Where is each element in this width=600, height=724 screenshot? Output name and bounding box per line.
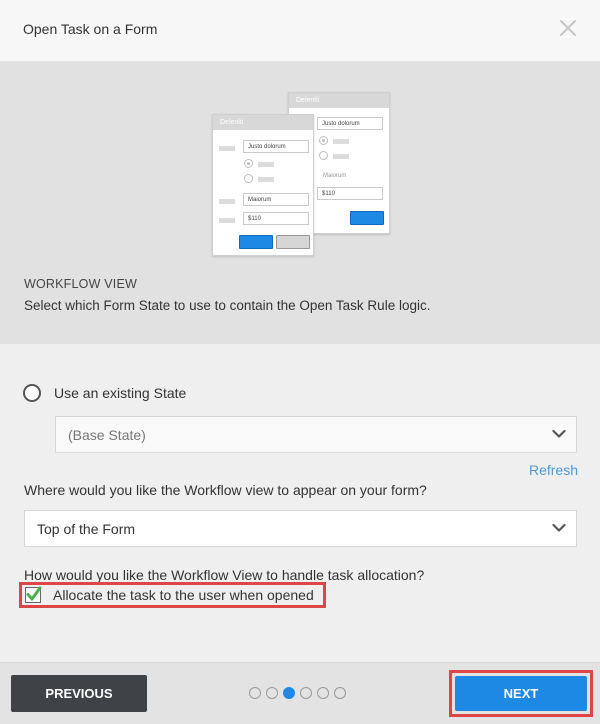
dialog-title: Open Task on a Form bbox=[23, 21, 158, 37]
position-question: Where would you like the Workflow view t… bbox=[24, 482, 427, 498]
section-heading: WORKFLOW VIEW bbox=[24, 277, 138, 291]
next-button-highlight: NEXT bbox=[449, 670, 593, 717]
illustration-radio bbox=[319, 136, 328, 145]
refresh-link[interactable]: Refresh bbox=[529, 462, 578, 478]
allocate-task-label: Allocate the task to the user when opene… bbox=[53, 587, 314, 603]
checkmark-icon bbox=[26, 586, 42, 601]
illustration-input: Maiorum bbox=[243, 193, 309, 206]
allocation-question: How would you like the Workflow View to … bbox=[24, 567, 425, 583]
workflow-view-banner: Delenlti Justo dolorum Maiorum $110 Dele… bbox=[0, 62, 600, 344]
illustration-button bbox=[276, 235, 310, 249]
next-button[interactable]: NEXT bbox=[455, 676, 587, 711]
state-select-value: (Base State) bbox=[68, 427, 146, 443]
illustration-amount: $110 bbox=[243, 212, 309, 225]
illustration-radio bbox=[319, 151, 328, 160]
illustration-radio bbox=[244, 174, 253, 183]
illustration-card-title: Delenlti bbox=[289, 93, 389, 108]
existing-state-option[interactable]: Use an existing State bbox=[23, 382, 186, 404]
illustration-input: Justo dolorum bbox=[317, 117, 383, 130]
existing-state-label: Use an existing State bbox=[54, 385, 187, 401]
illustration-button bbox=[350, 211, 384, 225]
section-description: Select which Form State to use to contai… bbox=[24, 298, 431, 313]
close-icon[interactable] bbox=[558, 18, 578, 38]
state-select[interactable]: (Base State) bbox=[55, 416, 577, 453]
step-indicator bbox=[249, 687, 351, 699]
radio-button[interactable] bbox=[23, 384, 41, 402]
illustration-input: Justo dolorum bbox=[243, 140, 309, 153]
illustration-card-title: Delenlti bbox=[213, 115, 313, 130]
chevron-down-icon bbox=[552, 523, 566, 532]
step-dot[interactable] bbox=[249, 687, 261, 699]
step-dot[interactable] bbox=[334, 687, 346, 699]
dialog-footer: PREVIOUS NEXT bbox=[0, 662, 600, 724]
position-select-value: Top of the Form bbox=[37, 521, 136, 537]
step-dot[interactable] bbox=[300, 687, 312, 699]
illustration-label: Maiorum bbox=[323, 173, 347, 179]
illustration-front-card: Delenlti Justo dolorum Maiorum $110 bbox=[212, 114, 314, 256]
step-dot[interactable] bbox=[266, 687, 278, 699]
step-dot-current[interactable] bbox=[283, 687, 295, 699]
illustration-radio bbox=[244, 159, 253, 168]
step-dot[interactable] bbox=[317, 687, 329, 699]
dialog-header: Open Task on a Form bbox=[0, 0, 600, 62]
dialog-body: Use an existing State (Base State) Refre… bbox=[0, 344, 600, 662]
position-select[interactable]: Top of the Form bbox=[24, 510, 577, 547]
illustration-button bbox=[239, 235, 273, 249]
illustration-amount: $110 bbox=[317, 187, 383, 200]
allocate-task-checkbox[interactable] bbox=[25, 586, 42, 603]
previous-button[interactable]: PREVIOUS bbox=[11, 675, 147, 712]
chevron-down-icon bbox=[552, 429, 566, 438]
allocate-task-option[interactable]: Allocate the task to the user when opene… bbox=[19, 582, 326, 608]
